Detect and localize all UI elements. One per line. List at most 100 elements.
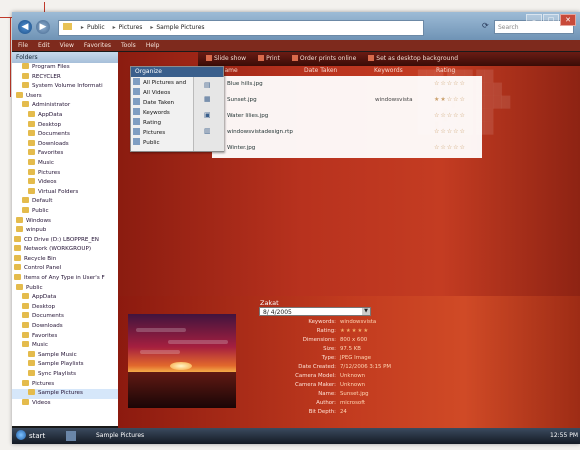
property-row: Type: JPEG Image <box>248 354 448 363</box>
property-value[interactable]: 97.5 KB <box>340 345 361 354</box>
quick-launch-icon[interactable] <box>66 431 76 441</box>
menu-help[interactable]: Help <box>146 40 160 51</box>
sidebar-item[interactable]: Items of Any Type in User's F <box>12 274 118 284</box>
sidebar-item[interactable]: Program Files <box>12 63 118 73</box>
property-value[interactable]: Unknown <box>340 372 365 381</box>
breadcrumb-segment[interactable]: Sample Pictures <box>156 24 204 31</box>
property-value[interactable]: 800 x 600 <box>340 336 367 345</box>
menu-edit[interactable]: Edit <box>38 40 50 51</box>
sidebar-item[interactable]: Sample Pictures <box>12 389 118 399</box>
sidebar-item[interactable]: Users <box>12 91 118 102</box>
breadcrumb-segment[interactable]: Public <box>87 24 105 31</box>
navigation-pane-icon[interactable]: ▥ <box>204 127 211 135</box>
folders-header[interactable]: Folders <box>12 52 118 63</box>
property-value[interactable]: Unknown <box>340 381 365 390</box>
sidebar-item[interactable]: Virtual Folders <box>12 187 118 198</box>
date-field[interactable]: 8/ 4/2005 ▼ <box>259 307 371 316</box>
sidebar-item[interactable]: Sample Playlists <box>12 360 118 370</box>
column-rating[interactable]: Rating <box>436 66 455 76</box>
sidebar-item[interactable]: Desktop <box>12 302 118 313</box>
order-prints-button[interactable]: Order prints online <box>291 52 356 66</box>
sidebar-item[interactable]: Windows <box>12 216 118 227</box>
property-value[interactable]: JPEG Image <box>340 354 371 363</box>
menu-file[interactable]: File <box>18 40 28 51</box>
menu-item[interactable]: Public <box>133 138 160 148</box>
menu-item[interactable]: Rating <box>133 118 161 128</box>
sidebar-item[interactable]: Sync Playlists <box>12 370 118 380</box>
menu-item[interactable]: Keywords <box>133 108 170 118</box>
minimize-button[interactable]: – <box>526 14 542 26</box>
sidebar-item[interactable]: Documents <box>12 312 118 322</box>
sidebar-item[interactable]: Downloads <box>12 139 118 150</box>
forward-button[interactable]: ▶ <box>36 20 50 34</box>
property-value[interactable]: ★★★★★ <box>340 327 369 336</box>
sidebar-item[interactable]: AppData <box>12 110 118 121</box>
sidebar-item[interactable]: Public <box>12 283 118 294</box>
sidebar-item[interactable]: Documents <box>12 130 118 140</box>
taskbar-window-button[interactable]: Sample Pictures <box>92 430 182 442</box>
sidebar-item[interactable]: Videos <box>12 178 118 188</box>
column-date-taken[interactable]: Date Taken <box>304 66 337 76</box>
sidebar-item[interactable]: AppData <box>12 293 118 303</box>
sidebar-item[interactable]: Videos <box>12 398 118 409</box>
breadcrumb-segment[interactable]: Pictures <box>119 24 143 31</box>
sidebar-item[interactable]: Recycle Bin <box>12 254 118 265</box>
sidebar-item[interactable]: Public <box>12 206 118 217</box>
organize-button[interactable]: Organize <box>131 67 223 77</box>
folder-icon <box>22 206 29 213</box>
column-keywords[interactable]: Keywords <box>374 66 403 76</box>
sidebar-item[interactable]: Default <box>12 197 118 207</box>
file-row[interactable]: windowsvistadesign.rtp ☆☆☆☆☆ <box>212 126 482 138</box>
close-button[interactable]: ✕ <box>560 14 576 26</box>
rating-stars[interactable]: ☆☆☆☆☆ <box>434 142 466 154</box>
menu-item[interactable]: Pictures <box>133 128 165 138</box>
sidebar-item[interactable]: Network (WORKGROUP) <box>12 245 118 255</box>
sidebar-item[interactable]: Pictures <box>12 379 118 390</box>
sidebar-item[interactable]: Downloads <box>12 322 118 332</box>
sidebar-item[interactable]: Control Panel <box>12 264 118 274</box>
property-value[interactable]: 7/12/2006 3:15 PM <box>340 363 391 372</box>
sidebar-item[interactable]: Pictures <box>12 168 118 179</box>
preview-pane-icon[interactable]: ▣ <box>204 111 211 119</box>
menu-item[interactable]: All Pictures and <box>133 78 186 88</box>
sidebar-item[interactable]: Music <box>12 158 118 169</box>
property-value[interactable]: 24 <box>340 408 347 417</box>
layout-icon[interactable]: ▤ <box>204 81 211 89</box>
back-button[interactable]: ◀ <box>18 20 32 34</box>
sidebar-item[interactable]: Desktop <box>12 120 118 131</box>
sidebar-item[interactable]: Sample Music <box>12 350 118 361</box>
sidebar-item[interactable]: Favorites <box>12 331 118 342</box>
property-value[interactable]: microsoft <box>340 399 365 408</box>
start-button[interactable]: start <box>16 430 60 442</box>
menu-item[interactable]: Date Taken <box>133 98 174 108</box>
rating-stars[interactable]: ☆☆☆☆☆ <box>434 126 466 138</box>
property-value[interactable]: windowsvista <box>340 318 376 327</box>
menu-item[interactable]: All Videos <box>133 88 170 98</box>
file-row[interactable]: Water lilies.jpg ☆☆☆☆☆ <box>212 110 482 122</box>
sidebar-item[interactable]: CD Drive (D:) LBOPPRE_EN <box>12 235 118 246</box>
details-pane-icon[interactable]: ▦ <box>204 95 211 103</box>
sidebar-item[interactable]: Administrator <box>12 101 118 111</box>
set-background-button[interactable]: Set as desktop background <box>368 52 458 66</box>
property-value[interactable]: Sunset.jpg <box>340 390 369 399</box>
slideshow-button[interactable]: Slide show <box>206 52 246 66</box>
file-row[interactable]: Sunset.jpg windowsvista ★★☆☆☆ <box>212 94 482 106</box>
address-bar[interactable]: ▸ Public ▸ Pictures ▸ Sample Pictures <box>58 20 424 36</box>
menu-favorites[interactable]: Favorites <box>84 40 111 51</box>
menu-tools[interactable]: Tools <box>121 40 136 51</box>
file-row[interactable]: Winter.jpg ☆☆☆☆☆ <box>212 142 482 154</box>
sidebar-item[interactable]: System Volume Informati <box>12 82 118 92</box>
rating-stars[interactable]: ☆☆☆☆☆ <box>434 78 466 90</box>
menu-view[interactable]: View <box>60 40 74 51</box>
sidebar-item[interactable]: Favorites <box>12 149 118 159</box>
print-button[interactable]: Print <box>258 52 280 66</box>
sidebar-item[interactable]: RECYCLER <box>12 72 118 83</box>
maximize-button[interactable]: □ <box>543 14 559 26</box>
sidebar-item[interactable]: Music <box>12 341 118 351</box>
rating-stars[interactable]: ★★☆☆☆ <box>434 94 466 106</box>
refresh-icon[interactable]: ⟳ <box>482 21 489 30</box>
chevron-down-icon[interactable]: ▼ <box>362 308 370 315</box>
rating-stars[interactable]: ☆☆☆☆☆ <box>434 110 466 122</box>
sidebar-item[interactable]: winpub <box>12 226 118 236</box>
file-row[interactable]: Blue hills.jpg ☆☆☆☆☆ <box>212 78 482 90</box>
